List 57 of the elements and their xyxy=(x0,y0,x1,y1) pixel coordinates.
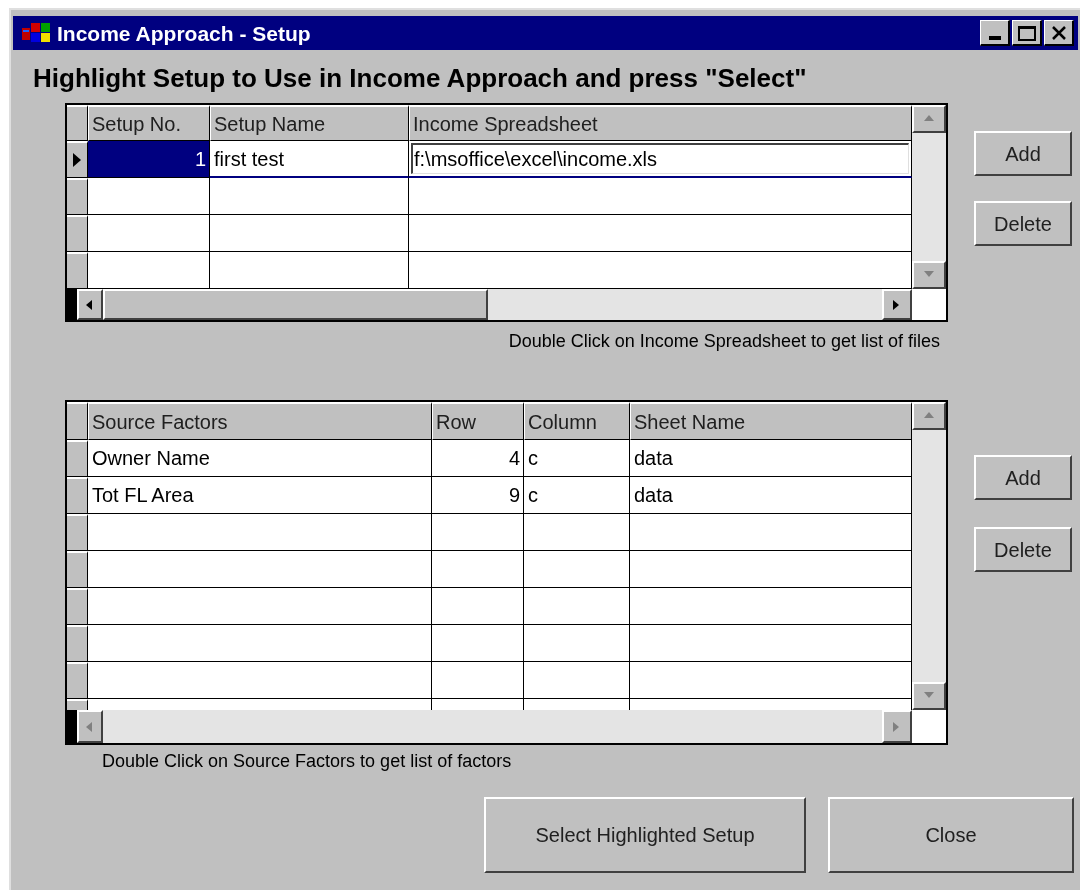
dialog-button[interactable]: Add xyxy=(974,455,1072,500)
scroll-arrow-button[interactable] xyxy=(77,289,103,320)
dialog-button[interactable]: Delete xyxy=(974,527,1072,572)
instruction-heading: Highlight Setup to Use in Income Approach and press "Select" xyxy=(33,63,808,93)
table-cell: first test xyxy=(210,141,409,178)
row-selector[interactable] xyxy=(67,477,88,514)
vertical-scrollbar[interactable] xyxy=(912,105,946,289)
row-selector[interactable] xyxy=(67,625,88,662)
scroll-arrow-button[interactable] xyxy=(882,710,912,743)
row-selector[interactable] xyxy=(67,178,88,215)
dialog-button[interactable]: Select Highlighted Setup xyxy=(484,797,806,873)
column-header[interactable]: Income Spreadsheet xyxy=(409,105,912,141)
current-row-icon xyxy=(73,153,81,167)
scroll-arrow-button[interactable] xyxy=(77,710,103,743)
column-header[interactable]: Column xyxy=(524,402,630,440)
vertical-scrollbar[interactable] xyxy=(912,402,946,710)
table-cell: Tot FL Area xyxy=(88,477,432,514)
horizontal-scrollbar[interactable] xyxy=(67,289,912,320)
column-header[interactable]: Setup No. xyxy=(88,105,210,141)
row-selector[interactable] xyxy=(67,440,88,477)
table-cell: 4 xyxy=(432,440,524,477)
minimize-button[interactable] xyxy=(980,20,1010,46)
row-selector[interactable] xyxy=(67,551,88,588)
row-selector[interactable] xyxy=(67,514,88,551)
column-header[interactable]: Setup Name xyxy=(210,105,409,141)
scroll-arrow-button[interactable] xyxy=(912,105,946,133)
column-header[interactable]: Row xyxy=(432,402,524,440)
scroll-arrow-button[interactable] xyxy=(912,402,946,430)
dialog-button[interactable]: Delete xyxy=(974,201,1072,246)
hint-text: Double Click on Income Spreadsheet to get list of files xyxy=(508,330,940,352)
close-button[interactable] xyxy=(1044,20,1074,46)
scroll-arrow-button[interactable] xyxy=(912,261,946,289)
table-cell: c xyxy=(524,440,630,477)
hint-text: Double Click on Source Factors to get list of factors xyxy=(102,750,513,772)
column-header[interactable]: Sheet Name xyxy=(630,402,912,440)
row-selector[interactable] xyxy=(67,588,88,625)
column-header[interactable]: Source Factors xyxy=(88,402,432,440)
table-cell: 9 xyxy=(432,477,524,514)
dialog-button[interactable]: Add xyxy=(974,131,1072,176)
row-selector[interactable] xyxy=(67,252,88,289)
window-title: Income Approach - Setup xyxy=(57,22,311,44)
maximize-button[interactable] xyxy=(1012,20,1042,46)
scroll-arrow-button[interactable] xyxy=(882,289,912,320)
cell-edit-field[interactable]: f:\msoffice\excel\income.xls xyxy=(411,143,909,174)
row-selector[interactable] xyxy=(67,215,88,252)
table-cell: Owner Name xyxy=(88,440,432,477)
table-cell: c xyxy=(524,477,630,514)
maximize-icon xyxy=(1017,24,1036,41)
minimize-icon xyxy=(988,36,1001,40)
dialog-button[interactable]: Close xyxy=(828,797,1074,873)
horizontal-scrollbar[interactable] xyxy=(67,710,912,743)
close-icon xyxy=(1050,25,1067,40)
scroll-arrow-button[interactable] xyxy=(912,682,946,710)
table-cell: 1 xyxy=(88,141,210,178)
row-selector[interactable] xyxy=(67,662,88,699)
scroll-thumb[interactable] xyxy=(103,289,488,320)
row-selector[interactable] xyxy=(67,141,88,178)
